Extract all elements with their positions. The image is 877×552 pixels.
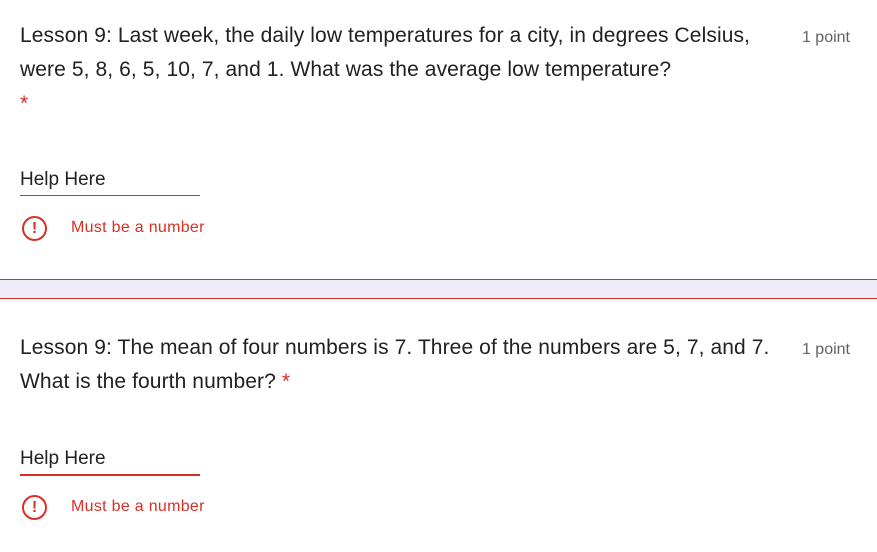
- question-card-2: Lesson 9: The mean of four numbers is 7.…: [0, 299, 877, 552]
- question-card-1: Lesson 9: Last week, the daily low tempe…: [0, 0, 877, 279]
- question-title: Lesson 9: Last week, the daily low tempe…: [20, 19, 792, 121]
- answer-input[interactable]: Help Here: [20, 444, 200, 476]
- error-message: Must be a number: [71, 219, 205, 236]
- question-divider: [0, 279, 877, 299]
- points-label: 1 point: [801, 341, 850, 358]
- question-text: Lesson 9: Last week, the daily low tempe…: [20, 24, 751, 81]
- error-message: Must be a number: [71, 498, 205, 515]
- question-text: Lesson 9: The mean of four numbers is 7.…: [20, 336, 770, 393]
- question-title: Lesson 9: The mean of four numbers is 7.…: [20, 331, 792, 399]
- error-icon: !: [22, 215, 47, 241]
- required-asterisk: *: [20, 92, 29, 115]
- validation-error: ! Must be a number: [22, 492, 205, 522]
- validation-error: ! Must be a number: [22, 213, 205, 243]
- required-asterisk: *: [281, 370, 291, 393]
- error-icon: !: [22, 494, 47, 520]
- points-label: 1 point: [801, 29, 850, 46]
- answer-input[interactable]: Help Here: [20, 165, 200, 196]
